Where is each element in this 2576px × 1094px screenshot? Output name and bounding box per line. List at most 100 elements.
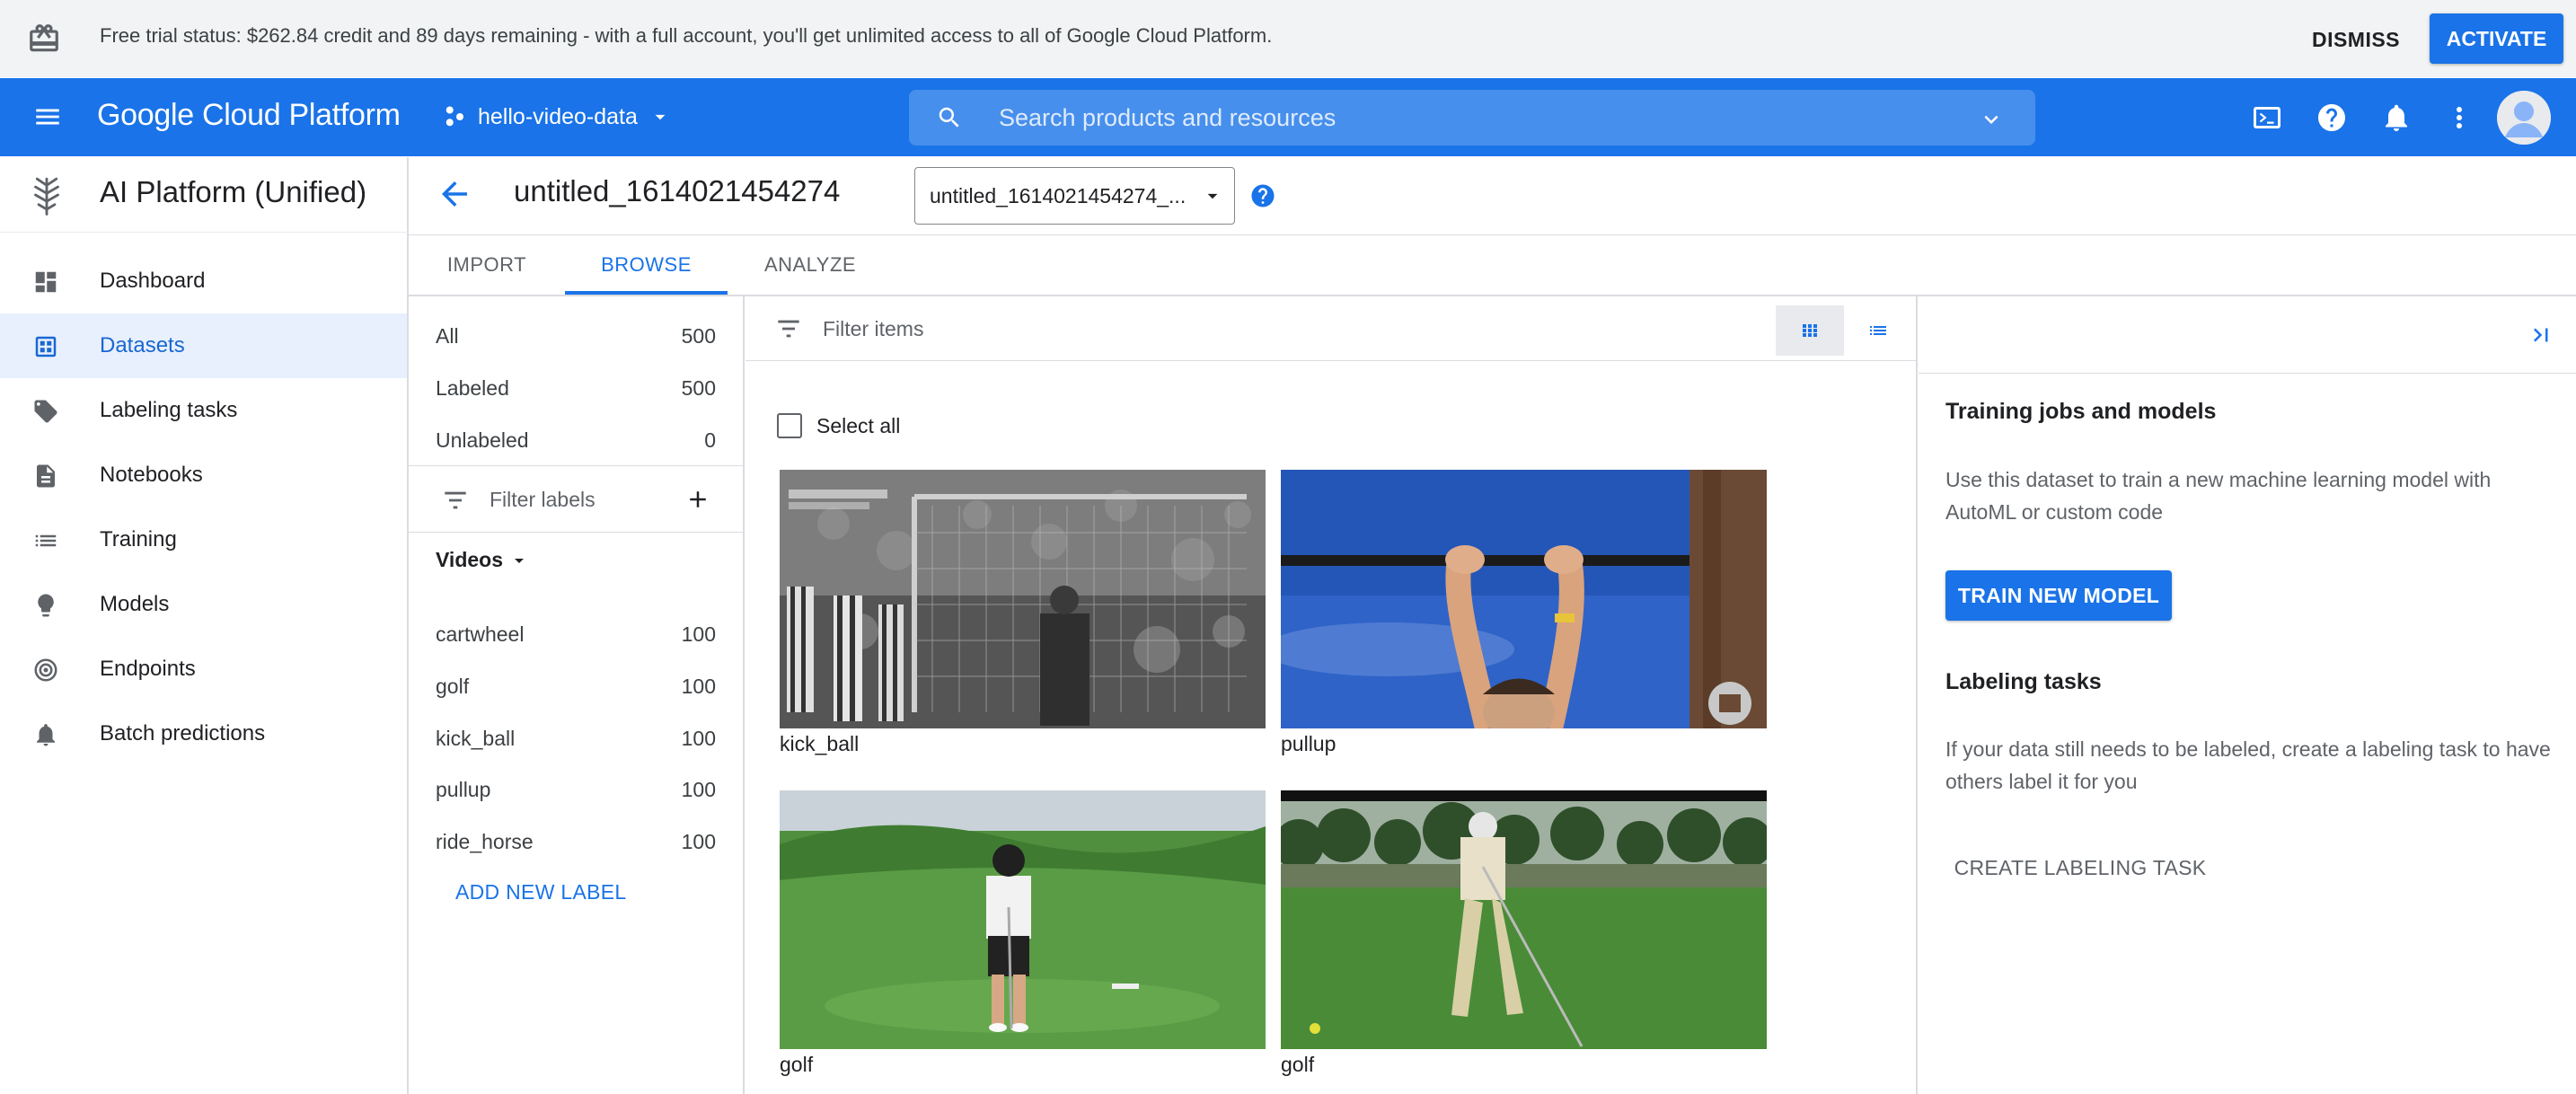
lightbulb-icon	[38, 594, 54, 617]
dismiss-button[interactable]: DISMISS	[2299, 20, 2413, 59]
activate-button[interactable]: ACTIVATE	[2430, 13, 2563, 64]
filter-labels-input[interactable]	[490, 481, 669, 518]
nav-label: Training	[100, 527, 177, 551]
search-bar[interactable]	[909, 90, 2035, 146]
nav-notebooks[interactable]: Notebooks	[0, 443, 407, 507]
checkbox-box	[777, 413, 802, 438]
bell-icon	[37, 724, 55, 746]
select-all-checkbox[interactable]: Select all	[777, 413, 900, 438]
trial-status-text: Free trial status: $262.84 credit and 89…	[100, 24, 1273, 47]
nav-label: Dashboard	[100, 269, 206, 293]
label-row-ride-horse[interactable]: ride_horse 100	[409, 816, 743, 866]
label-row-pullup[interactable]: pullup 100	[409, 763, 743, 814]
page-title: untitled_1614021454274	[514, 174, 841, 207]
filter-label: Unlabeled	[436, 428, 529, 452]
create-labeling-task-button[interactable]: CREATE LABELING TASK	[1945, 843, 2215, 893]
videos-group-header[interactable]: Videos	[436, 548, 530, 572]
brand-title[interactable]: Google Cloud Platform	[97, 98, 401, 133]
nav-label: Endpoints	[100, 657, 196, 681]
labeling-heading: Labeling tasks	[1945, 669, 2102, 694]
list-view-button[interactable]	[1844, 305, 1912, 356]
tab-import[interactable]: IMPORT	[409, 235, 565, 295]
search-input[interactable]	[999, 90, 1942, 146]
account-icon	[2497, 91, 2551, 145]
train-new-model-button[interactable]: TRAIN NEW MODEL	[1945, 570, 2172, 621]
video-thumbnail[interactable]	[780, 470, 1266, 728]
items-toolbar	[745, 296, 1916, 361]
dashboard-icon	[35, 271, 57, 293]
dropdown-arrow-icon	[1207, 193, 1218, 199]
label-row-cartwheel[interactable]: cartwheel 100	[409, 608, 743, 658]
video-thumbnail[interactable]	[1281, 470, 1767, 728]
project-selector[interactable]: hello-video-data	[442, 96, 672, 137]
video-thumbnail[interactable]	[780, 790, 1266, 1049]
help-circle-icon[interactable]	[1249, 182, 1276, 209]
filter-icon	[778, 320, 799, 338]
tab-analyze[interactable]: ANALYZE	[728, 235, 893, 295]
search-icon	[939, 107, 959, 128]
video-frame-image	[780, 790, 1266, 1049]
product-header: AI Platform (Unified)	[0, 157, 409, 233]
hamburger-menu-icon[interactable]	[30, 101, 66, 132]
cloud-shell-icon[interactable]	[2251, 101, 2283, 134]
filter-labels-bar	[409, 465, 743, 533]
nav-endpoints[interactable]: Endpoints	[0, 637, 407, 701]
label-count: 100	[681, 675, 716, 698]
nav-label: Notebooks	[100, 463, 203, 487]
grid-view-button[interactable]	[1776, 305, 1844, 356]
filter-count: 0	[704, 428, 716, 452]
label-count: 100	[681, 778, 716, 801]
video-thumbnail[interactable]	[1281, 790, 1767, 1049]
labeling-description: If your data still needs to be labeled, …	[1945, 737, 2551, 793]
video-label: golf	[1281, 1053, 1315, 1076]
dataset-selector-value: untitled_1614021454274_...	[930, 184, 1187, 207]
add-icon[interactable]	[684, 486, 711, 513]
notebook-icon	[37, 464, 55, 488]
datasets-icon	[35, 336, 57, 357]
nav-label: Datasets	[100, 333, 185, 357]
nav-dashboard[interactable]: Dashboard	[0, 249, 407, 313]
add-new-label-button[interactable]: ADD NEW LABEL	[455, 880, 627, 904]
filter-label: All	[436, 324, 459, 348]
nav-label: Labeling tasks	[100, 398, 238, 422]
nav-label: Models	[100, 592, 170, 616]
notifications-icon[interactable]	[2380, 101, 2413, 134]
nav-batch-predictions[interactable]: Batch predictions	[0, 701, 407, 766]
right-panel-toolbar	[1919, 296, 2576, 374]
videos-group-label: Videos	[436, 548, 503, 571]
dataset-selector[interactable]: untitled_1614021454274_...	[914, 167, 1235, 225]
top-app-bar: Google Cloud Platform hello-video-data	[0, 78, 2576, 156]
video-label: kick_ball	[780, 732, 860, 755]
label-name: golf	[436, 675, 470, 698]
label-row-golf[interactable]: golf 100	[409, 660, 743, 710]
search-expand-icon[interactable]	[1978, 106, 2005, 133]
avatar[interactable]	[2497, 91, 2551, 145]
grid-view-icon	[1803, 324, 1817, 337]
collapse-panel-icon[interactable]	[2527, 322, 2554, 348]
filter-count: 500	[681, 324, 716, 348]
label-name: cartwheel	[436, 622, 525, 646]
nav-labeling-tasks[interactable]: Labeling tasks	[0, 378, 407, 443]
training-list-icon	[35, 534, 57, 547]
tab-browse[interactable]: BROWSE	[565, 235, 728, 295]
endpoint-icon	[34, 658, 57, 682]
filter-items-input[interactable]	[823, 309, 1451, 348]
product-name: AI Platform (Unified)	[100, 175, 367, 208]
label-tag-icon	[34, 400, 57, 423]
help-icon[interactable]	[2316, 101, 2348, 134]
filter-panel: All 500 Labeled 500 Unlabeled 0 Videos c…	[409, 296, 745, 1094]
nav-datasets[interactable]: Datasets	[0, 313, 407, 378]
filter-label: Labeled	[436, 376, 509, 400]
more-vert-icon[interactable]	[2443, 101, 2475, 134]
filter-labeled[interactable]: Labeled 500	[409, 362, 743, 412]
nav-models[interactable]: Models	[0, 572, 407, 637]
nav-label: Batch predictions	[100, 721, 266, 746]
filter-unlabeled[interactable]: Unlabeled 0	[409, 414, 743, 464]
label-count: 100	[681, 830, 716, 853]
label-row-kick-ball[interactable]: kick_ball 100	[409, 712, 743, 763]
training-heading: Training jobs and models	[1945, 399, 2217, 424]
filter-all[interactable]: All 500	[409, 310, 743, 360]
video-frame-image	[1281, 470, 1767, 728]
back-arrow-icon[interactable]	[436, 175, 473, 213]
nav-training[interactable]: Training	[0, 507, 407, 572]
